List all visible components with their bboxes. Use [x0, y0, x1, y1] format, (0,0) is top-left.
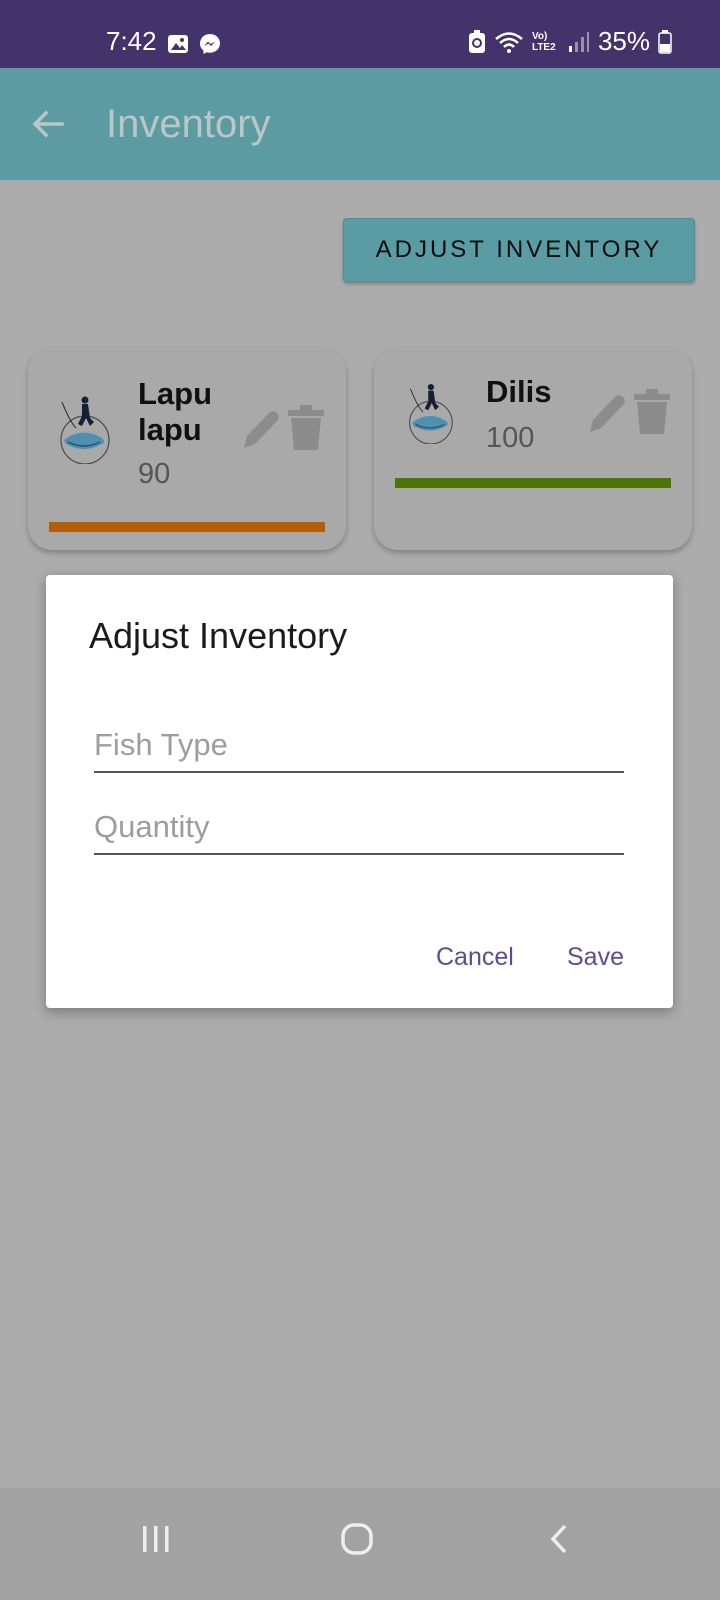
- status-system-icons: Vo) LTE2 35%: [468, 26, 672, 57]
- save-button[interactable]: Save: [567, 943, 624, 972]
- pencil-icon[interactable]: [238, 406, 282, 454]
- home-icon[interactable]: [340, 1520, 376, 1560]
- back-icon[interactable]: [548, 1520, 572, 1560]
- stock-level-bar: [49, 522, 325, 532]
- item-name: Dilis: [486, 374, 552, 409]
- stock-level-bar: [395, 478, 671, 488]
- battery-icon: [658, 29, 672, 54]
- cancel-button[interactable]: Cancel: [436, 943, 514, 972]
- trash-icon[interactable]: [630, 388, 674, 436]
- quantity-field[interactable]: [94, 801, 624, 855]
- status-time: 7:42: [106, 26, 157, 56]
- item-name: Lapu: [138, 376, 213, 411]
- adjust-inventory-dialog: Adjust Inventory Cancel Save: [46, 575, 673, 1008]
- gallery-icon: [168, 35, 188, 53]
- page-title: Inventory: [106, 102, 271, 146]
- item-name-continued: lapu: [138, 412, 202, 447]
- trash-icon[interactable]: [284, 404, 328, 452]
- messenger-icon: [200, 34, 220, 54]
- wifi-icon: [495, 31, 523, 53]
- pencil-icon[interactable]: [584, 390, 628, 438]
- inventory-card-lapu-lapu[interactable]: Lapu lapu 90: [28, 348, 346, 550]
- fish-type-field[interactable]: [94, 719, 624, 773]
- status-notification-icons: [166, 32, 222, 56]
- item-quantity: 100: [486, 422, 535, 454]
- battery-percent: 35%: [597, 26, 650, 56]
- navigation-bar: [0, 1488, 720, 1600]
- inventory-card-dilis[interactable]: Dilis 100: [374, 348, 692, 550]
- network-type: Vo) LTE2: [531, 30, 556, 53]
- signal-icon: [568, 31, 589, 52]
- app-bar: Inventory: [0, 68, 720, 180]
- status-bar: 7:42 Vo) LTE2 35%: [0, 0, 720, 68]
- fisherman-logo-icon: [409, 384, 453, 444]
- arrow-left-icon[interactable]: [30, 106, 66, 142]
- adjust-inventory-button[interactable]: ADJUST INVENTORY: [343, 218, 695, 282]
- item-quantity: 90: [138, 458, 171, 490]
- dialog-title: Adjust Inventory: [89, 615, 348, 656]
- battery-saver-icon: [468, 29, 485, 53]
- fisherman-logo-icon: [60, 396, 110, 464]
- recent-apps-icon[interactable]: [140, 1520, 172, 1560]
